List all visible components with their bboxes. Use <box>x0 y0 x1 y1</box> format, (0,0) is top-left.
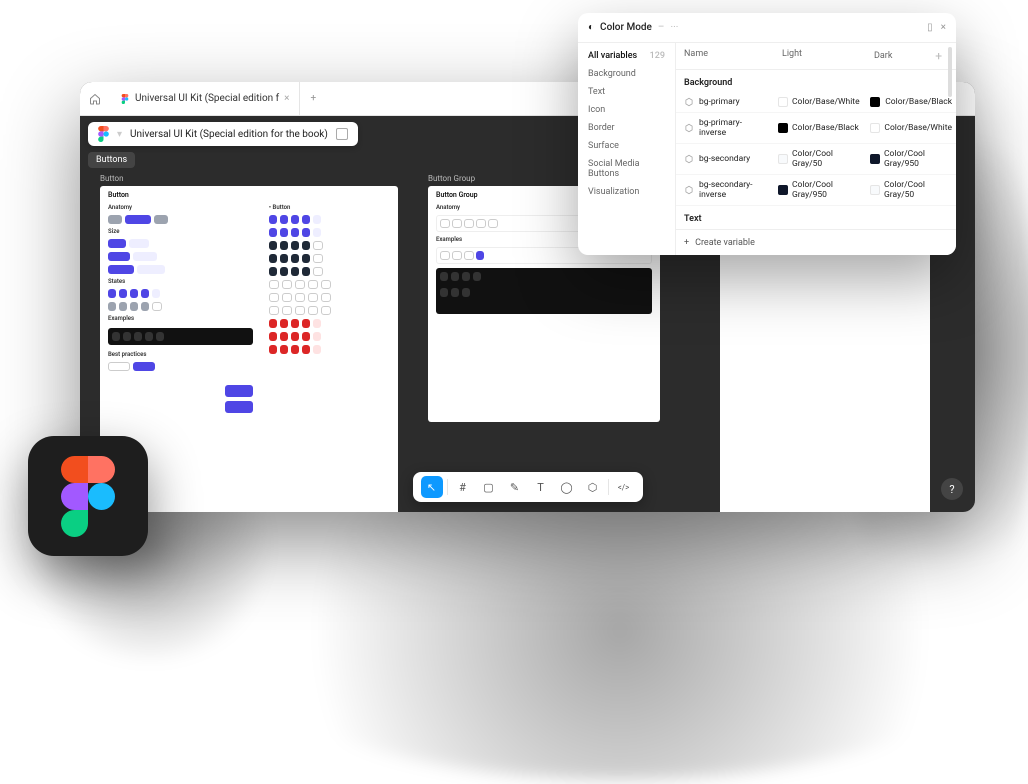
panel-main: Name Light Dark+ Backgroundbg-primaryCol… <box>676 43 956 255</box>
column-headers: Name Light Dark+ <box>676 43 956 70</box>
tab-close[interactable]: × <box>284 93 289 104</box>
dark-example <box>436 268 652 314</box>
figma-glyph-icon <box>98 126 109 142</box>
sidebar-item[interactable]: Surface <box>578 137 675 155</box>
sidebar-item[interactable]: Social Media Buttons <box>578 155 675 183</box>
figma-glyph-icon <box>120 94 130 104</box>
subhead: Size <box>100 226 261 237</box>
move-tool[interactable]: ↖ <box>421 476 443 498</box>
panel-more[interactable]: ··· <box>670 22 678 33</box>
close-icon[interactable]: × <box>941 22 946 33</box>
create-variable-button[interactable]: Create variable <box>695 238 755 248</box>
col-dark: Dark+ <box>866 43 956 69</box>
frame-label[interactable]: Button Group <box>428 174 475 183</box>
subhead: • Button <box>261 202 398 213</box>
panel-sidebar: All variables129BackgroundTextIconBorder… <box>578 43 676 255</box>
variables-panel: ◐ Color Mode – ··· ▯ × All variables129B… <box>578 13 956 255</box>
add-mode-button[interactable]: + <box>935 49 948 63</box>
sidebar-item[interactable]: Visualization <box>578 183 675 201</box>
subhead: States <box>100 276 261 287</box>
panel-header: ◐ Color Mode – ··· ▯ × <box>578 13 956 43</box>
variable-row[interactable]: bg-primary-inverseColor/Base/BlackColor/… <box>676 113 956 144</box>
new-tab-button[interactable]: + <box>300 93 326 104</box>
frame-tool[interactable]: # <box>452 476 474 498</box>
subhead: Anatomy <box>100 202 261 213</box>
variable-row[interactable]: bg-primaryColor/Base/WhiteColor/Base/Bla… <box>676 92 956 113</box>
col-light: Light <box>774 43 866 69</box>
page-chip[interactable]: Buttons <box>88 152 135 168</box>
file-tab[interactable]: Universal UI Kit (Special edition f × <box>110 82 300 115</box>
book-icon[interactable]: ▯ <box>927 22 933 33</box>
help-button[interactable]: ? <box>941 478 963 500</box>
pen-tool[interactable]: ✎ <box>504 476 526 498</box>
heading: Button <box>100 186 398 202</box>
panel-title: Color Mode <box>600 22 652 33</box>
subhead: Best practices <box>100 349 261 360</box>
frame-label[interactable]: Button <box>100 174 124 183</box>
figma-app-icon <box>28 436 148 556</box>
text-tool[interactable]: T <box>530 476 552 498</box>
variable-group-header: Background <box>676 70 956 92</box>
subhead: Examples <box>100 313 261 324</box>
scrollbar[interactable] <box>948 47 952 97</box>
panel-footer: + Create variable <box>676 229 956 255</box>
half-circle-icon: ◐ <box>588 22 594 33</box>
sidebar-item[interactable]: All variables129 <box>578 47 675 65</box>
dev-mode[interactable]: </> <box>613 476 635 498</box>
shape-tool[interactable]: ▢ <box>478 476 500 498</box>
plus-icon[interactable]: + <box>684 238 689 248</box>
home-button[interactable] <box>80 93 110 105</box>
dark-example <box>108 328 253 345</box>
panel-dash[interactable]: – <box>658 22 665 33</box>
sidebar-item[interactable]: Text <box>578 83 675 101</box>
sidebar-item[interactable]: Background <box>578 65 675 83</box>
file-title: Universal UI Kit (Special edition for th… <box>130 129 328 140</box>
sidebar-item[interactable]: Border <box>578 119 675 137</box>
variable-group-header: Text <box>676 206 956 228</box>
toolbar: ↖ # ▢ ✎ T ◯ ⬡ </> <box>413 472 643 502</box>
variable-row[interactable]: bg-secondaryColor/Cool Gray/50Color/Cool… <box>676 144 956 175</box>
panel-icon[interactable] <box>336 128 348 140</box>
sidebar-item[interactable]: Icon <box>578 101 675 119</box>
figma-logo-icon <box>61 456 115 536</box>
variable-row[interactable]: bg-secondary-inverseColor/Cool Gray/950C… <box>676 175 956 206</box>
comment-tool[interactable]: ◯ <box>556 476 578 498</box>
file-title-pill[interactable]: ▾ Universal UI Kit (Special edition for … <box>88 122 358 146</box>
actions-tool[interactable]: ⬡ <box>582 476 604 498</box>
col-name: Name <box>676 43 774 69</box>
tab-title: Universal UI Kit (Special edition f <box>135 93 279 104</box>
